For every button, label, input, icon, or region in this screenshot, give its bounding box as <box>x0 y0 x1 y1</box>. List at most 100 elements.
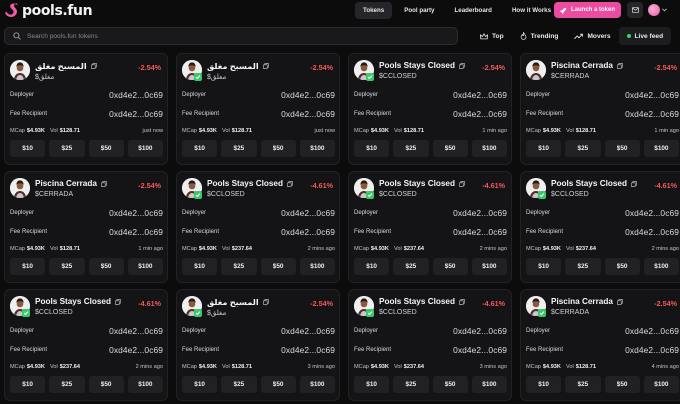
copy-icon[interactable] <box>459 298 465 305</box>
copy-icon[interactable] <box>287 180 293 187</box>
buy-button[interactable]: $25 <box>393 140 429 157</box>
fee-recipient-address[interactable]: 0xd4e2...0c69 <box>281 109 335 119</box>
copy-icon[interactable] <box>262 299 269 305</box>
buy-button[interactable]: $10 <box>10 376 46 393</box>
deployer-address[interactable]: 0xd4e2...0c69 <box>453 90 507 100</box>
nav-tokens[interactable]: Tokens <box>355 2 393 19</box>
buy-button[interactable]: $50 <box>432 376 468 393</box>
buy-button[interactable]: $50 <box>604 376 640 393</box>
buy-button[interactable]: $10 <box>354 140 390 157</box>
copy-icon[interactable] <box>616 298 623 305</box>
buy-button[interactable]: $100 <box>299 376 335 393</box>
buy-button[interactable]: $10 <box>526 376 562 393</box>
buy-button[interactable]: $100 <box>643 140 679 157</box>
copy-icon[interactable] <box>100 180 107 187</box>
account-menu[interactable] <box>648 2 672 18</box>
fee-recipient-address[interactable]: 0xd4e2...0c69 <box>625 345 679 355</box>
token-card-3[interactable]: Pools Stays Closed $CCLOSED -2.54% Deplo… <box>348 53 512 165</box>
token-card-4[interactable]: Piscina Cerrada $CERRADA -2.54% Deployer… <box>520 53 680 165</box>
token-card-9[interactable]: Pools Stays Closed $CCLOSED -4.61% Deplo… <box>4 289 168 401</box>
filter-live-feed[interactable]: Live feed <box>618 27 672 45</box>
deployer-address[interactable]: 0xd4e2...0c69 <box>109 326 163 336</box>
fee-recipient-address[interactable]: 0xd4e2...0c69 <box>453 227 507 237</box>
copy-icon[interactable] <box>631 180 637 187</box>
buy-button[interactable]: $100 <box>471 140 507 157</box>
buy-button[interactable]: $25 <box>393 376 429 393</box>
deployer-address[interactable]: 0xd4e2...0c69 <box>109 90 163 100</box>
fee-recipient-address[interactable]: 0xd4e2...0c69 <box>109 109 163 119</box>
copy-icon[interactable] <box>459 180 465 187</box>
token-card-12[interactable]: Piscina Cerrada $CERRADA -2.54% Deployer… <box>520 289 680 401</box>
deployer-address[interactable]: 0xd4e2...0c69 <box>281 90 335 100</box>
fee-recipient-address[interactable]: 0xd4e2...0c69 <box>109 227 163 237</box>
deployer-address[interactable]: 0xd4e2...0c69 <box>625 90 679 100</box>
buy-button[interactable]: $100 <box>127 258 163 275</box>
fee-recipient-address[interactable]: 0xd4e2...0c69 <box>625 227 679 237</box>
buy-button[interactable]: $50 <box>604 258 640 275</box>
buy-button[interactable]: $10 <box>10 258 46 275</box>
deployer-address[interactable]: 0xd4e2...0c69 <box>453 326 507 336</box>
buy-button[interactable]: $50 <box>604 140 640 157</box>
buy-button[interactable]: $25 <box>565 140 601 157</box>
token-card-2[interactable]: المسبح مغلق $مغلق -2.54% Deployer 0xd4e2… <box>176 53 340 165</box>
buy-button[interactable]: $100 <box>299 140 335 157</box>
buy-button[interactable]: $10 <box>10 140 46 157</box>
buy-button[interactable]: $100 <box>643 376 679 393</box>
buy-button[interactable]: $50 <box>432 140 468 157</box>
buy-button[interactable]: $50 <box>260 140 296 157</box>
copy-icon[interactable] <box>262 63 269 69</box>
buy-button[interactable]: $100 <box>127 140 163 157</box>
buy-button[interactable]: $10 <box>182 376 218 393</box>
nav-pool-party[interactable]: Pool party <box>396 2 442 19</box>
buy-button[interactable]: $100 <box>299 258 335 275</box>
deployer-address[interactable]: 0xd4e2...0c69 <box>625 208 679 218</box>
buy-button[interactable]: $10 <box>354 376 390 393</box>
buy-button[interactable]: $10 <box>526 258 562 275</box>
buy-button[interactable]: $10 <box>526 140 562 157</box>
buy-button[interactable]: $50 <box>260 376 296 393</box>
copy-icon[interactable] <box>115 298 121 305</box>
search-bar[interactable] <box>4 27 458 45</box>
buy-button[interactable]: $25 <box>393 258 429 275</box>
token-card-5[interactable]: Piscina Cerrada $CERRADA -2.54% Deployer… <box>4 171 168 283</box>
copy-icon[interactable] <box>459 62 465 69</box>
token-card-1[interactable]: المسبح مغلق $مغلق -2.54% Deployer 0xd4e2… <box>4 53 168 165</box>
copy-icon[interactable] <box>616 62 623 69</box>
token-card-11[interactable]: Pools Stays Closed $CCLOSED -4.61% Deplo… <box>348 289 512 401</box>
buy-button[interactable]: $50 <box>260 258 296 275</box>
search-input[interactable] <box>27 32 447 40</box>
token-card-7[interactable]: Pools Stays Closed $CCLOSED -4.61% Deplo… <box>348 171 512 283</box>
brand-logo[interactable]: pools.fun <box>4 2 93 19</box>
fee-recipient-address[interactable]: 0xd4e2...0c69 <box>625 109 679 119</box>
buy-button[interactable]: $100 <box>643 258 679 275</box>
buy-button[interactable]: $10 <box>354 258 390 275</box>
buy-button[interactable]: $100 <box>471 376 507 393</box>
token-card-6[interactable]: Pools Stays Closed $CCLOSED -4.61% Deplo… <box>176 171 340 283</box>
buy-button[interactable]: $50 <box>88 140 124 157</box>
nav-how-it-works[interactable]: How it Works <box>504 2 559 19</box>
token-card-10[interactable]: المسبح مغلق $مغلق -2.54% Deployer 0xd4e2… <box>176 289 340 401</box>
buy-button[interactable]: $100 <box>471 258 507 275</box>
token-card-8[interactable]: Pools Stays Closed $CCLOSED -4.61% Deplo… <box>520 171 680 283</box>
copy-icon[interactable] <box>90 63 97 69</box>
fee-recipient-address[interactable]: 0xd4e2...0c69 <box>453 345 507 355</box>
deployer-address[interactable]: 0xd4e2...0c69 <box>281 326 335 336</box>
buy-button[interactable]: $50 <box>88 258 124 275</box>
fee-recipient-address[interactable]: 0xd4e2...0c69 <box>109 345 163 355</box>
buy-button[interactable]: $25 <box>49 376 85 393</box>
buy-button[interactable]: $25 <box>221 376 257 393</box>
buy-button[interactable]: $10 <box>182 258 218 275</box>
deployer-address[interactable]: 0xd4e2...0c69 <box>453 208 507 218</box>
buy-button[interactable]: $50 <box>88 376 124 393</box>
deployer-address[interactable]: 0xd4e2...0c69 <box>625 326 679 336</box>
nav-leaderboard[interactable]: Leaderboard <box>446 2 499 19</box>
filter-top[interactable]: Top <box>472 27 512 45</box>
buy-button[interactable]: $25 <box>221 140 257 157</box>
buy-button[interactable]: $25 <box>49 140 85 157</box>
buy-button[interactable]: $10 <box>182 140 218 157</box>
deployer-address[interactable]: 0xd4e2...0c69 <box>281 208 335 218</box>
inbox-button[interactable] <box>627 2 643 18</box>
filter-trending[interactable]: Trending <box>512 27 567 45</box>
filter-movers[interactable]: Movers <box>566 27 618 45</box>
buy-button[interactable]: $25 <box>221 258 257 275</box>
